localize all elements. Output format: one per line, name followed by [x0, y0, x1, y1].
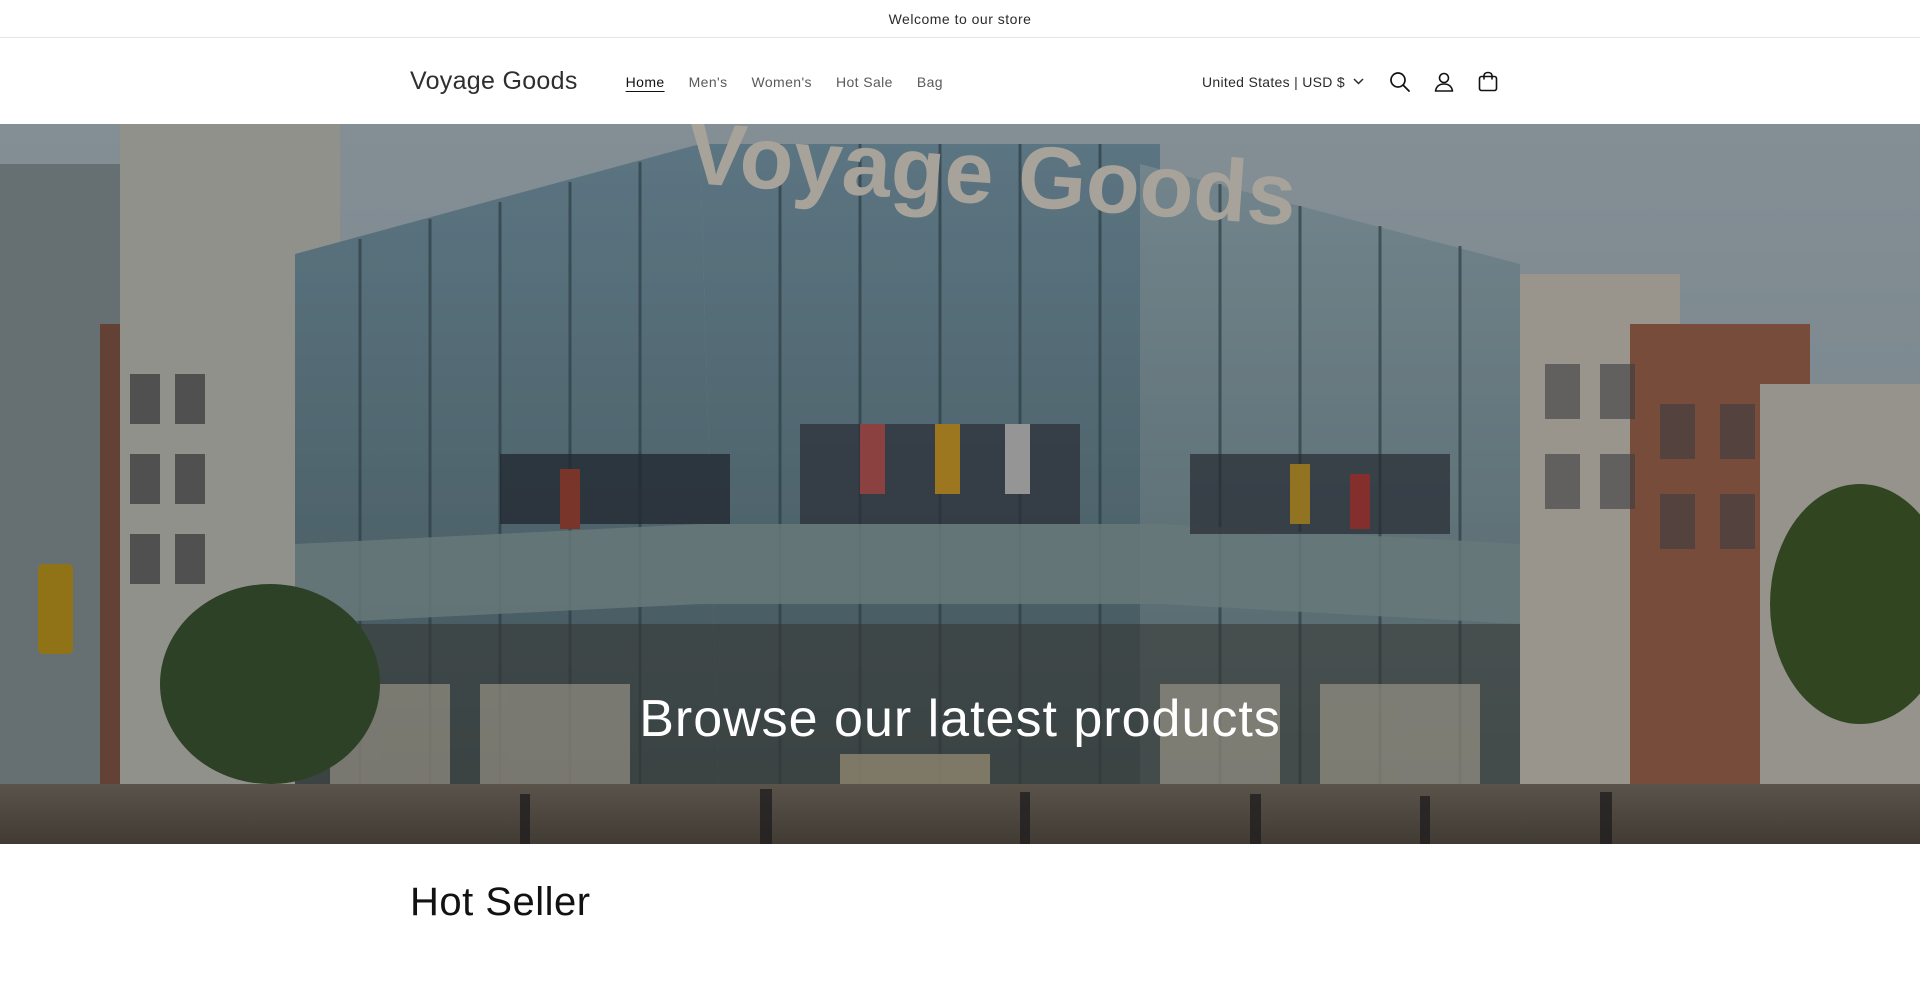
search-icon[interactable]	[1378, 60, 1422, 104]
main-nav: Home Men's Women's Hot Sale Bag	[602, 74, 943, 90]
site-header: Voyage Goods Home Men's Women's Hot Sale…	[0, 39, 1920, 124]
country-currency-selector[interactable]: United States | USD $	[1202, 74, 1364, 90]
country-currency-label: United States | USD $	[1202, 73, 1345, 90]
announcement-bar: Welcome to our store	[0, 0, 1920, 38]
nav-item-womens[interactable]: Women's	[752, 74, 812, 90]
hero-banner: Voyage Goods Browse our latest products	[0, 124, 1920, 844]
header-actions: United States | USD $	[1202, 60, 1510, 104]
cart-icon[interactable]	[1466, 60, 1510, 104]
chevron-down-icon	[1353, 78, 1364, 85]
account-icon[interactable]	[1422, 60, 1466, 104]
nav-item-bag[interactable]: Bag	[917, 74, 943, 90]
announcement-text: Welcome to our store	[888, 10, 1032, 27]
nav-item-home[interactable]: Home	[626, 74, 665, 90]
nav-item-hot-sale[interactable]: Hot Sale	[836, 74, 893, 90]
nav-item-mens[interactable]: Men's	[689, 74, 728, 90]
store-logo[interactable]: Voyage Goods	[410, 67, 578, 96]
hero-title: Browse our latest products	[639, 690, 1281, 748]
header-inner: Voyage Goods Home Men's Women's Hot Sale…	[410, 39, 1510, 124]
hot-seller-heading: Hot Seller	[410, 880, 591, 924]
